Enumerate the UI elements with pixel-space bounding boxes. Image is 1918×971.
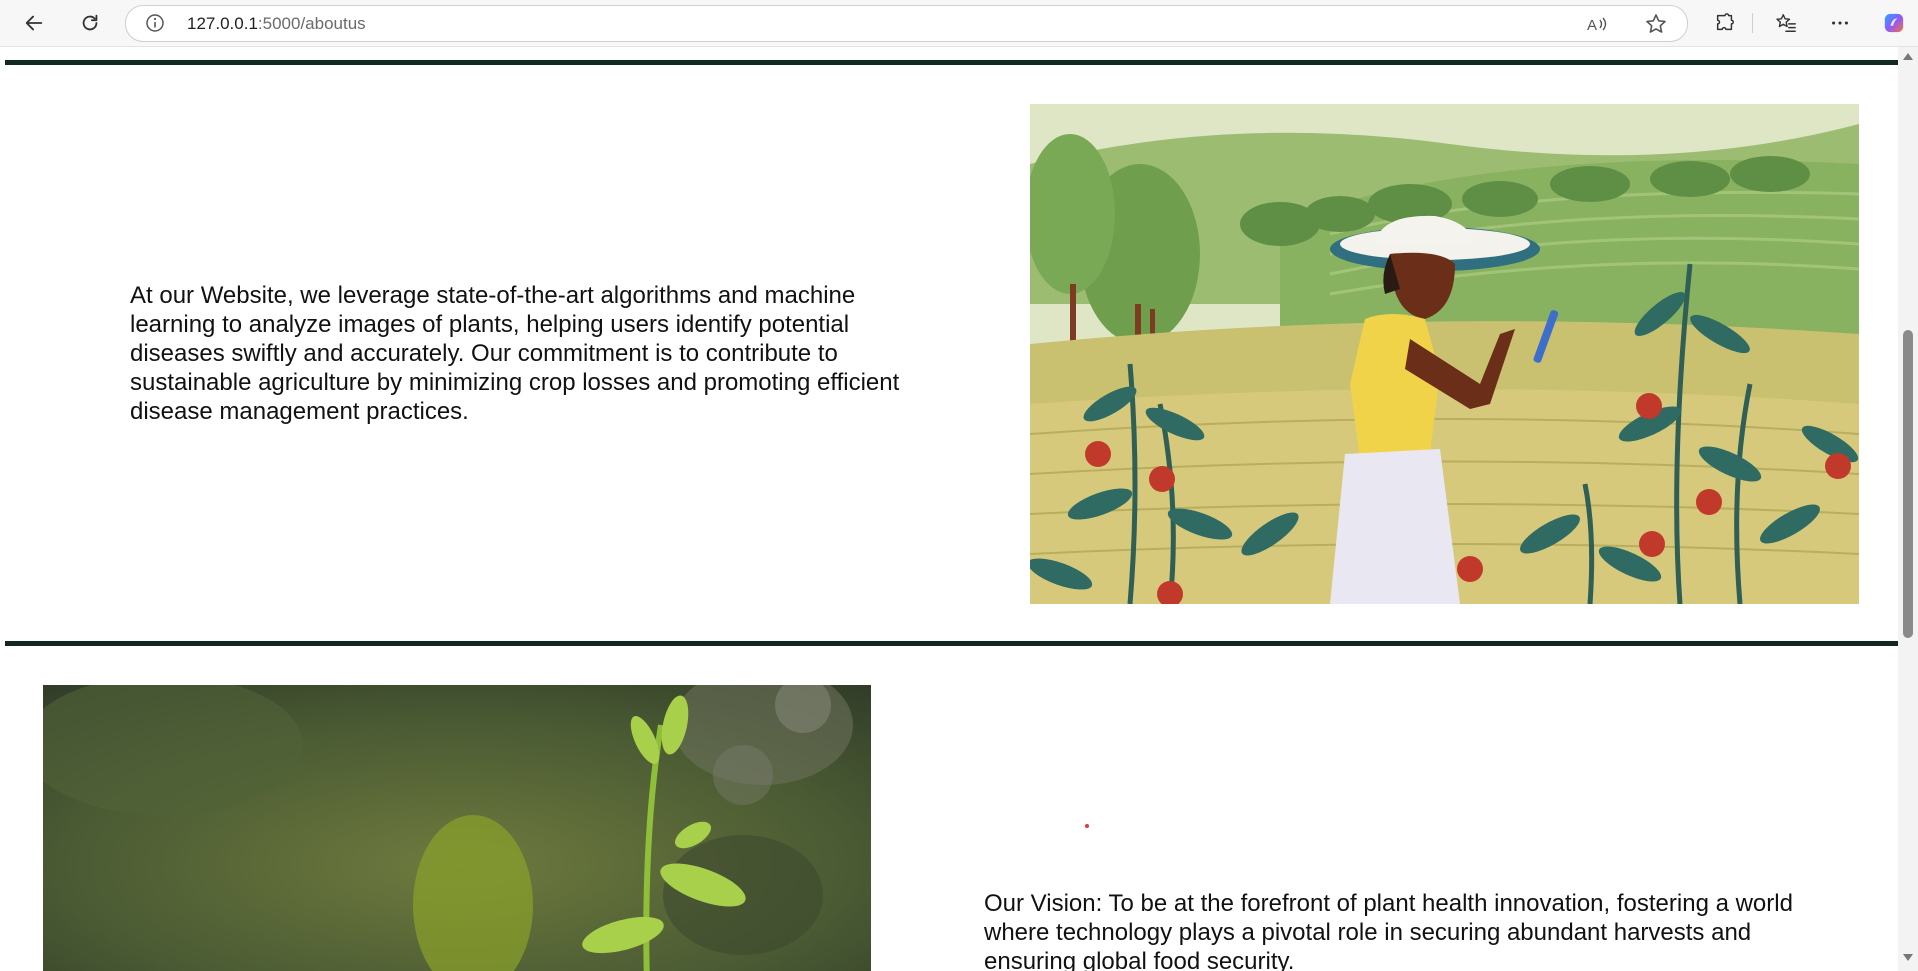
extensions-button[interactable] bbox=[1707, 7, 1743, 39]
sprout-photo bbox=[43, 685, 871, 971]
accent-dot bbox=[1085, 824, 1089, 828]
browser-toolbar: 127.0.0.1:5000/aboutus A bbox=[0, 0, 1918, 47]
copilot-icon bbox=[1884, 13, 1904, 33]
vision-paragraph: Our Vision: To be at the forefront of pl… bbox=[984, 890, 1793, 971]
vertical-scrollbar[interactable] bbox=[1898, 47, 1918, 971]
puzzle-icon bbox=[1716, 13, 1734, 31]
star-icon[interactable] bbox=[1644, 12, 1668, 36]
url-text[interactable]: 127.0.0.1:5000/aboutus bbox=[187, 14, 366, 34]
copilot-button[interactable] bbox=[1876, 7, 1912, 39]
scroll-down-arrow-icon[interactable] bbox=[1902, 953, 1914, 963]
section-divider-top bbox=[5, 60, 1898, 65]
back-button[interactable] bbox=[16, 7, 52, 39]
more-icon bbox=[1832, 21, 1848, 25]
address-bar[interactable]: 127.0.0.1:5000/aboutus A bbox=[125, 5, 1688, 42]
section-divider-middle bbox=[5, 641, 1898, 646]
about-paragraph: At our Website, we leverage state-of-the… bbox=[130, 282, 900, 425]
toolbar-divider bbox=[1752, 13, 1753, 33]
url-host: 127.0.0.1 bbox=[187, 14, 258, 33]
back-arrow-icon bbox=[25, 15, 43, 31]
scroll-up-arrow-icon[interactable] bbox=[1902, 51, 1914, 61]
svg-text:A: A bbox=[1587, 17, 1597, 34]
farmer-field-illustration bbox=[1030, 104, 1859, 604]
url-path: :5000/aboutus bbox=[257, 14, 366, 33]
reload-icon bbox=[82, 14, 98, 31]
read-aloud-icon[interactable]: A bbox=[1585, 12, 1609, 36]
reload-button[interactable] bbox=[72, 7, 108, 39]
favorites-button[interactable] bbox=[1768, 7, 1804, 39]
scroll-thumb[interactable] bbox=[1903, 330, 1913, 638]
settings-more-button[interactable] bbox=[1822, 7, 1858, 39]
page-viewport: At our Website, we leverage state-of-the… bbox=[0, 47, 1898, 971]
favorites-list-icon bbox=[1776, 14, 1796, 32]
info-icon[interactable] bbox=[145, 13, 165, 33]
